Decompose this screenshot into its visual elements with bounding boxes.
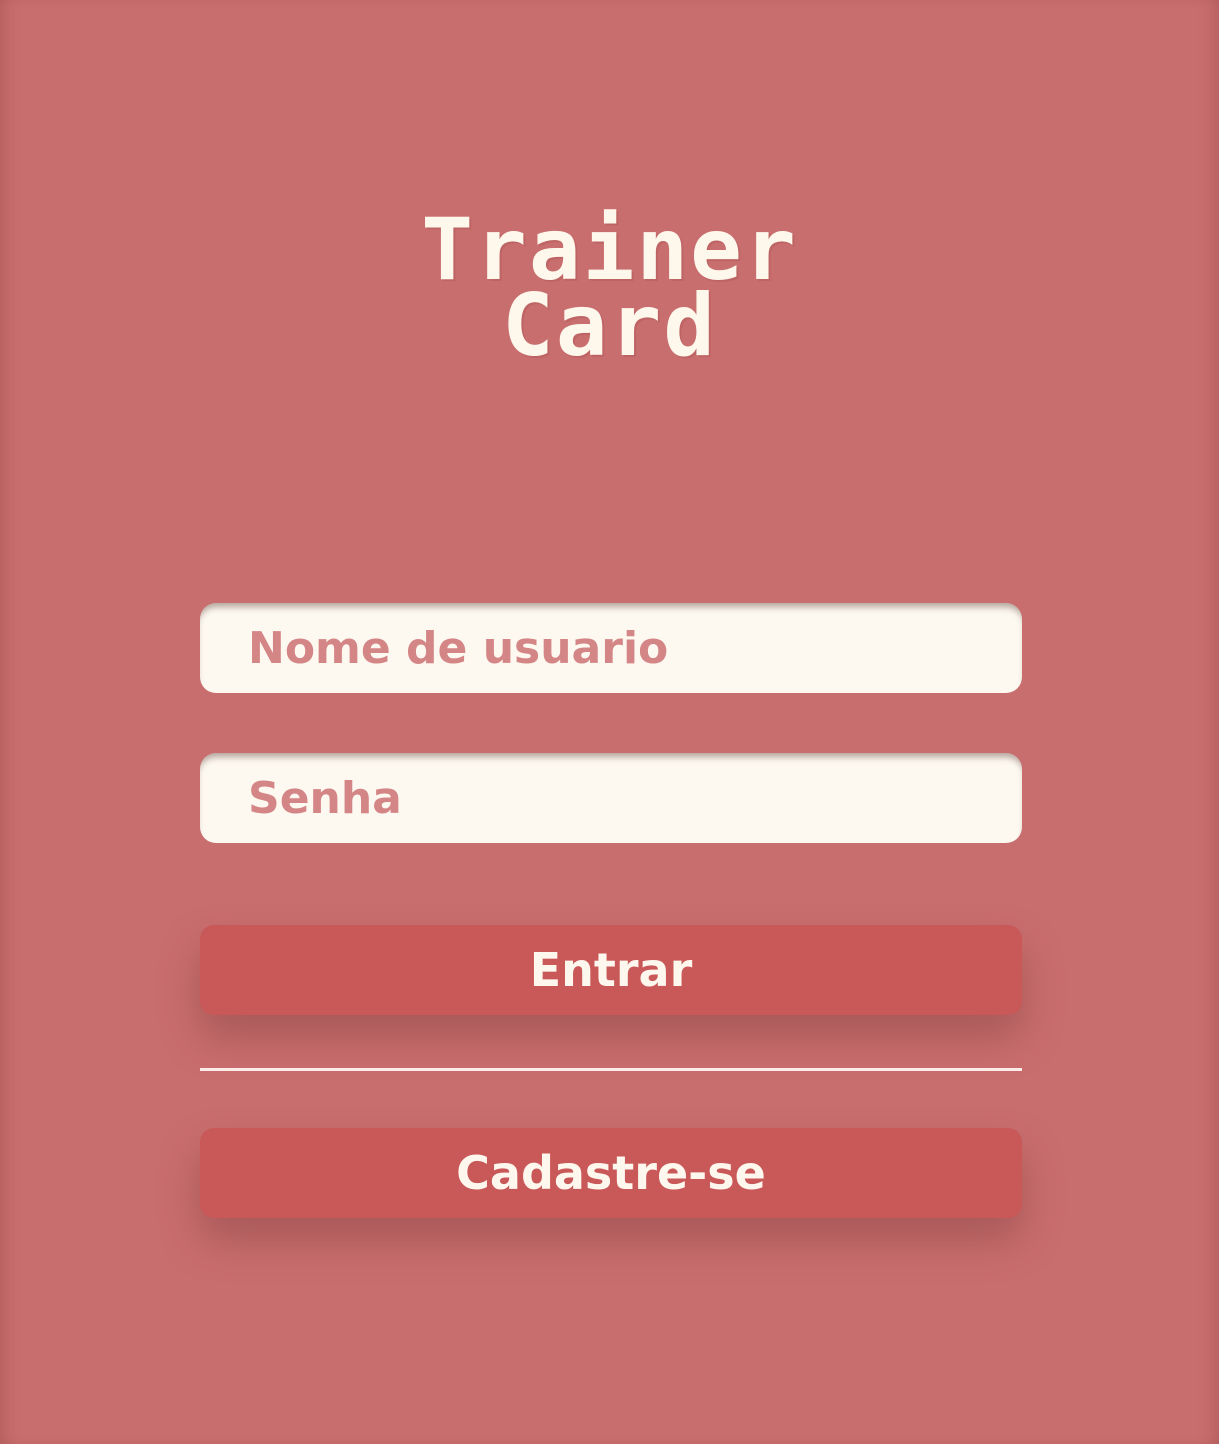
login-button[interactable]: Entrar — [200, 925, 1022, 1015]
username-input[interactable] — [200, 603, 1022, 693]
divider — [200, 1068, 1022, 1071]
app-logo: Trainer Card — [0, 207, 1219, 376]
signup-button[interactable]: Cadastre-se — [200, 1128, 1022, 1218]
password-input[interactable] — [200, 753, 1022, 843]
logo-title-line2: Card — [501, 276, 718, 376]
login-screen: Trainer Card Entrar Cadastre-se — [0, 0, 1219, 1444]
